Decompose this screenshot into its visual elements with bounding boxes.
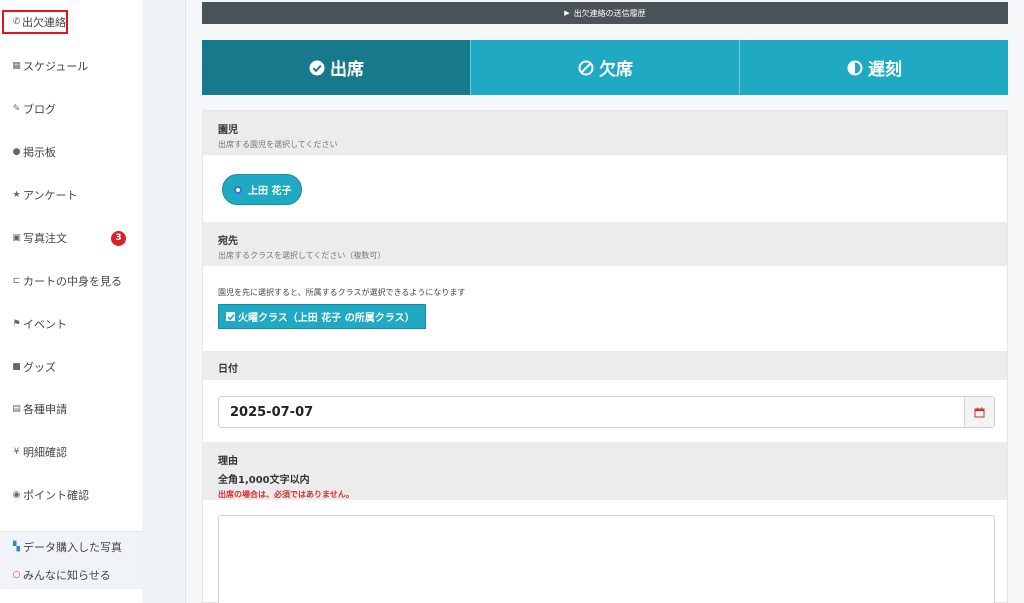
yen-icon: ¥ xyxy=(13,446,20,457)
sidebar-item-blog[interactable]: ✎ ブログ xyxy=(0,98,142,120)
calendar-icon xyxy=(974,407,985,417)
ban-icon xyxy=(577,59,594,76)
date-section-header: 日付 xyxy=(203,351,1007,380)
calendar-icon: ▦ xyxy=(12,60,21,71)
history-toggle[interactable]: ▶ 出欠連絡の送信履歴 xyxy=(202,2,1008,24)
sidebar-item-board[interactable]: ● 掲示板 xyxy=(0,141,142,163)
sidebar-bottom: ▚ データ購入した写真 ○ みんなに知らせる xyxy=(0,531,142,589)
comment-icon: ● xyxy=(12,146,21,157)
star-icon: ★ xyxy=(12,189,21,200)
class-checkbox-tuesday[interactable]: 火曜クラス（上田 花子 の所属クラス） xyxy=(218,304,426,329)
tab-late[interactable]: 遅刻 xyxy=(739,40,1008,95)
sidebar-item-points[interactable]: ◉ ポイント確認 xyxy=(0,484,142,506)
box-icon: ■ xyxy=(12,361,21,372)
sidebar-item-attendance[interactable]: ✆ 出欠連絡 xyxy=(2,10,68,34)
sidebar-item-notify-all[interactable]: ○ みんなに知らせる xyxy=(0,564,142,586)
sidebar-item-photo-order[interactable]: ▣ 写真注文 3 xyxy=(0,227,142,249)
reason-textarea[interactable] xyxy=(218,515,995,603)
sidebar-item-cart[interactable]: ⊏ カートの中身を見る xyxy=(0,270,142,292)
date-input[interactable]: 2025-07-07 xyxy=(218,396,995,428)
sidebar-item-statement[interactable]: ¥ 明細確認 xyxy=(0,441,142,463)
radio-selected-icon xyxy=(234,185,242,194)
cart-icon: ⊏ xyxy=(12,275,21,286)
image-icon: ▣ xyxy=(12,232,21,243)
photo-order-badge: 3 xyxy=(111,231,126,246)
child-select-pill[interactable]: 上田 花子 xyxy=(222,174,302,205)
tab-absent[interactable]: 欠席 xyxy=(470,40,739,95)
sidebar-item-purchased-photos[interactable]: ▚ データ購入した写真 xyxy=(0,536,142,558)
checkbox-checked-icon xyxy=(226,312,235,321)
sidebar-item-applications[interactable]: ▤ 各種申請 xyxy=(0,398,142,420)
sidebar-item-schedule[interactable]: ▦ スケジュール xyxy=(0,55,142,77)
speech-bubble-icon: ○ xyxy=(12,569,21,580)
phone-icon: ✆ xyxy=(12,16,21,27)
sidebar-gutter xyxy=(142,0,186,603)
dest-section-header: 宛先 出席するクラスを選択してください（複数可） xyxy=(203,222,1007,266)
tab-present[interactable]: 出席 xyxy=(202,40,470,95)
class-select-hint: 園児を先に選択すると、所属するクラスが選択できるようになります xyxy=(218,288,466,297)
coin-icon: ◉ xyxy=(12,489,21,500)
calendar-picker-button[interactable] xyxy=(964,397,994,427)
sidebar-item-survey[interactable]: ★ アンケート xyxy=(0,184,142,206)
caret-right-icon: ▶ xyxy=(564,9,570,17)
grid-icon: ▚ xyxy=(13,541,20,552)
sidebar-item-event[interactable]: ⚑ イベント xyxy=(0,313,142,335)
flag-icon: ⚑ xyxy=(12,318,21,329)
sidebar: ✆ 出欠連絡 ▦ スケジュール ✎ ブログ ● 掲示板 ★ アンケート ▣ 写真… xyxy=(0,0,142,603)
attendance-tabs: 出席 欠席 遅刻 xyxy=(202,40,1008,95)
attendance-form: 園児 出席する園児を選択してください 上田 花子 宛先 出席するクラスを選択して… xyxy=(202,110,1008,603)
half-circle-icon xyxy=(846,59,863,76)
pencil-icon: ✎ xyxy=(12,103,21,114)
child-section-header: 園児 出席する園児を選択してください xyxy=(203,111,1007,155)
document-icon: ▤ xyxy=(12,403,21,414)
check-circle-icon xyxy=(308,59,325,76)
sidebar-item-goods[interactable]: ■ グッズ xyxy=(0,356,142,378)
reason-section-header: 理由 全角1,000文字以内 出席の場合は、必須ではありません。 xyxy=(203,442,1007,500)
